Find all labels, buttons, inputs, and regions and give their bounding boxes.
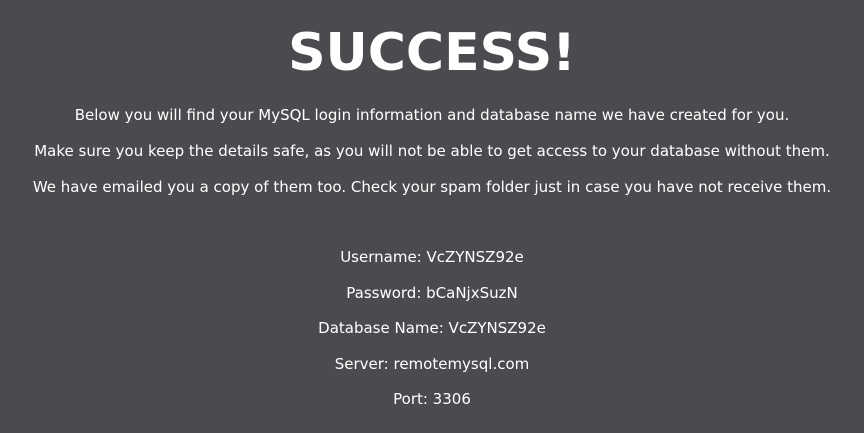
intro-text: Below you will find your MySQL login inf… [0, 103, 864, 211]
success-page: SUCCESS! Below you will find your MySQL … [0, 0, 864, 433]
page-title: SUCCESS! [288, 23, 576, 83]
database-name-value: Database Name: VcZYNSZ92e [318, 319, 546, 337]
server-value: Server: remotemysql.com [334, 354, 530, 373]
username-value: Username: VcZYNSZ92e [340, 248, 524, 266]
intro-line-email: We have emailed you a copy of them too. … [32, 178, 832, 196]
intro-line-info: Below you will find your MySQL login inf… [74, 106, 790, 124]
password-value: Password: bCaNjxSuzN [346, 283, 518, 302]
credentials-list: Username: VcZYNSZ92e Password: bCaNjxSuz… [0, 245, 864, 423]
intro-line-keep-safe: Make sure you keep the details safe, as … [34, 142, 830, 160]
port-value: Port: 3306 [393, 390, 471, 408]
